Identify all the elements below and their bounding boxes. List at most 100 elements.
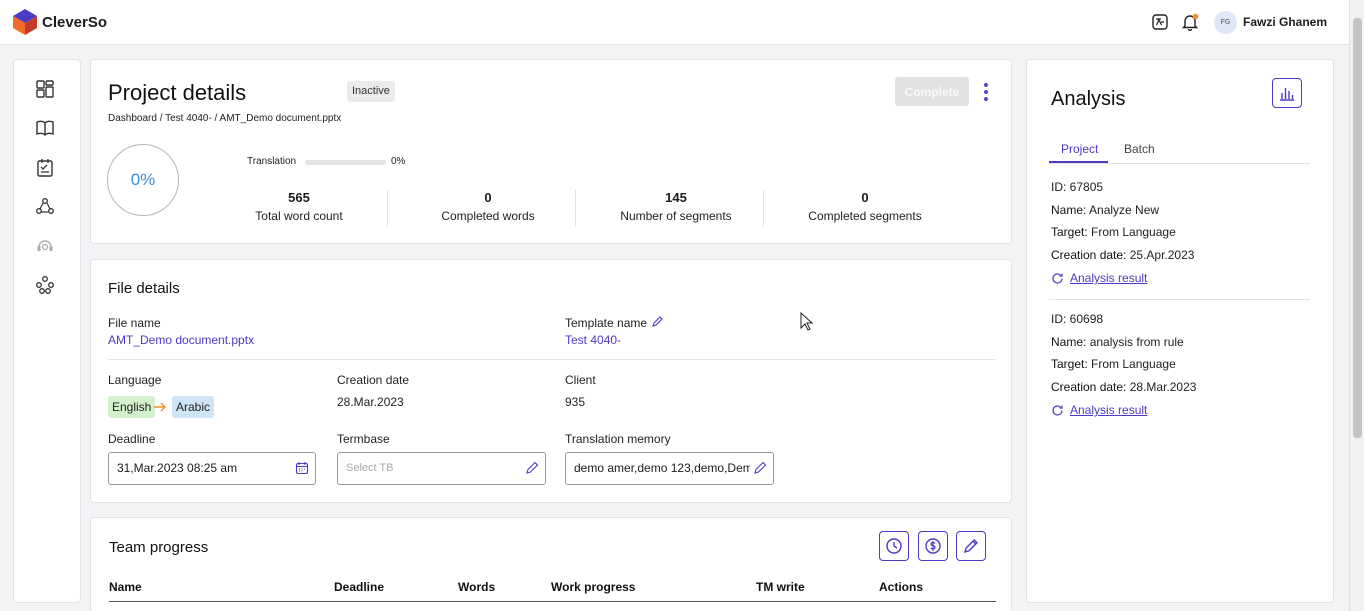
column-header[interactable]: Name — [109, 580, 142, 594]
analysis-name: Name: Analyze New — [1051, 203, 1159, 217]
dollar-icon — [925, 538, 941, 554]
file-name-label: File name — [108, 316, 161, 330]
analysis-chart-button[interactable] — [1272, 78, 1302, 108]
termbase-field[interactable]: Select TB — [337, 452, 546, 485]
source-language-chip: English — [108, 396, 156, 418]
date-label: Creation date: — [1051, 380, 1127, 394]
column-header[interactable]: Actions — [879, 580, 923, 594]
tasks-icon[interactable] — [35, 158, 55, 178]
workflow-icon[interactable] — [35, 197, 55, 217]
translation-progress-bar — [305, 160, 386, 165]
file-name-link[interactable]: AMT_Demo document.pptx — [108, 333, 254, 347]
stat-label: Number of segments — [620, 209, 732, 223]
more-menu-icon[interactable] — [979, 81, 993, 103]
team-icon[interactable] — [35, 275, 55, 295]
deadline-field[interactable]: 31,Mar.2023 08:25 am — [108, 452, 316, 485]
stat-divider — [575, 190, 576, 227]
support-icon[interactable] — [35, 236, 55, 256]
analysis-date: Creation date: 28.Mar.2023 — [1051, 380, 1196, 394]
stat-label: Completed segments — [808, 209, 922, 223]
date-value: 28.Mar.2023 — [1129, 380, 1197, 394]
page-title: Project details — [108, 80, 247, 105]
stat-completed-segments: 0 Completed segments — [771, 190, 959, 223]
target-value: From Language — [1091, 225, 1176, 239]
creation-date-value: 28.Mar.2023 — [337, 395, 404, 409]
translation-label: Translation — [247, 156, 297, 167]
edit-termbase-icon[interactable] — [525, 461, 539, 475]
breadcrumb[interactable]: Dashboard / Test 4040- / AMT_Demo docume… — [108, 113, 341, 124]
translation-memory-label: Translation memory — [565, 432, 671, 446]
tab-project[interactable]: Project — [1061, 142, 1098, 156]
edit-team-button[interactable] — [956, 531, 986, 561]
deadline-clock-button[interactable] — [879, 531, 909, 561]
edit-template-icon[interactable] — [651, 316, 663, 328]
edit-tm-icon[interactable] — [753, 461, 767, 475]
template-name-link[interactable]: Test 4040- — [565, 333, 621, 347]
column-header[interactable]: TM write — [756, 580, 805, 594]
analysis-title: Analysis — [1051, 88, 1126, 110]
target-label: Target: — [1051, 357, 1088, 371]
team-progress-card: Team progress Name Deadline Words Work p… — [90, 517, 1012, 611]
analysis-date: Creation date: 25.Apr.2023 — [1051, 248, 1194, 262]
tabs-divider — [1049, 163, 1310, 164]
avatar[interactable]: FG — [1214, 11, 1237, 34]
file-details-card: File details File name AMT_Demo document… — [90, 259, 1012, 503]
stat-value: 565 — [288, 190, 310, 205]
book-icon[interactable] — [35, 118, 55, 138]
template-name-label: Template name — [565, 316, 648, 330]
mouse-cursor-icon — [800, 312, 814, 331]
client-label: Client — [565, 373, 596, 387]
stat-value: 0 — [484, 190, 492, 205]
brand-name: CleverSo — [42, 13, 108, 31]
table-header-divider — [109, 601, 996, 602]
deadline-value: 31,Mar.2023 08:25 am — [117, 461, 238, 475]
translation-progress-text: 0% — [391, 156, 406, 167]
clock-icon — [886, 538, 902, 554]
top-bar: CleverSo FG Fawzi Ghanem — [0, 0, 1349, 45]
dashboard-icon[interactable] — [35, 79, 55, 99]
divider — [1049, 299, 1310, 300]
analysis-result-link[interactable]: Analysis result — [1051, 403, 1147, 417]
complete-button[interactable]: Complete — [895, 77, 969, 106]
target-value: From Language — [1091, 357, 1176, 371]
refresh-icon — [1052, 272, 1063, 284]
pencil-icon — [963, 539, 978, 554]
stat-label: Total word count — [255, 209, 343, 223]
termbase-label: Termbase — [337, 432, 390, 446]
bell-icon[interactable] — [1181, 13, 1199, 31]
analysis-id: ID: 60698 — [1051, 312, 1104, 326]
active-tab-indicator — [1049, 161, 1108, 163]
column-header[interactable]: Words — [458, 580, 495, 594]
name-value: analysis from rule — [1089, 335, 1184, 349]
stat-divider — [387, 190, 388, 227]
column-header[interactable]: Work progress — [551, 580, 635, 594]
brand-logo[interactable]: CleverSo — [12, 8, 107, 36]
client-value: 935 — [565, 395, 586, 409]
logo-icon — [13, 9, 37, 35]
page-scrollbar[interactable] — [1349, 0, 1364, 611]
stat-completed-words: 0 Completed words — [394, 190, 582, 223]
analysis-result-link[interactable]: Analysis result — [1051, 271, 1147, 285]
name-value: Analyze New — [1089, 203, 1160, 217]
scroll-thumb[interactable] — [1353, 18, 1362, 438]
refresh-icon — [1052, 404, 1063, 416]
translate-icon[interactable] — [1151, 13, 1169, 31]
stat-total-words: 565 Total word count — [205, 190, 393, 223]
stat-divider — [763, 190, 764, 227]
overall-progress-circle: 0% — [107, 144, 179, 216]
calendar-icon[interactable] — [295, 461, 309, 475]
name-label: Name: — [1051, 203, 1087, 217]
cost-button[interactable] — [918, 531, 948, 561]
termbase-placeholder: Select TB — [346, 462, 394, 474]
date-value: 25.Apr.2023 — [1129, 248, 1195, 262]
translation-memory-field[interactable]: demo amer,demo 123,demo,Demo — [565, 452, 774, 485]
analysis-id: ID: 67805 — [1051, 180, 1104, 194]
status-badge: Inactive — [347, 81, 395, 102]
user-name[interactable]: Fawzi Ghanem — [1243, 15, 1327, 29]
translation-memory-value: demo amer,demo 123,demo,Demo — [574, 461, 750, 475]
bar-chart-icon — [1280, 88, 1294, 101]
tab-batch[interactable]: Batch — [1124, 142, 1155, 156]
stat-segments: 145 Number of segments — [582, 190, 770, 223]
creation-date-label: Creation date — [337, 373, 410, 387]
column-header[interactable]: Deadline — [334, 580, 384, 594]
